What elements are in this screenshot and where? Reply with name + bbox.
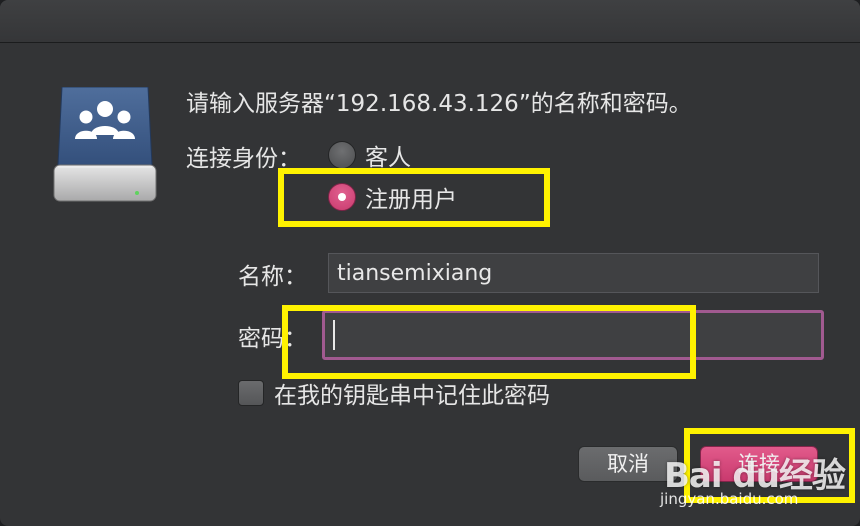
watermark-url: jingyan.baidu.com [660, 490, 799, 508]
password-label: 密码： [238, 326, 307, 352]
network-server-drive-icon [53, 87, 157, 202]
dialog-prompt: 请输入服务器“192.168.43.126”的名称和密码。 [186, 91, 692, 117]
radio-guest-label: 客人 [365, 145, 411, 171]
remember-password-checkbox[interactable] [238, 380, 264, 406]
name-label: 名称： [238, 264, 307, 290]
connect-to-server-dialog: 请输入服务器“192.168.43.126”的名称和密码。 连接身份： 客人 注… [0, 0, 860, 526]
radio-registered-user[interactable]: 注册用户 [328, 180, 457, 214]
connect-as-label: 连接身份： [186, 146, 301, 172]
radio-registered-user-label: 注册用户 [365, 187, 457, 213]
connect-button[interactable]: 连接 [700, 446, 818, 482]
radio-dot [338, 193, 346, 201]
name-field[interactable] [328, 253, 819, 293]
radio-button-selected[interactable] [328, 183, 356, 211]
remember-password-checkbox-row[interactable]: 在我的钥匙串中记住此密码 [238, 376, 550, 410]
remember-password-label: 在我的钥匙串中记住此密码 [274, 383, 550, 409]
cancel-button[interactable]: 取消 [578, 446, 678, 482]
password-field[interactable] [322, 310, 824, 360]
radio-button-unselected[interactable] [328, 141, 356, 169]
text-caret [333, 320, 335, 350]
radio-guest[interactable]: 客人 [328, 138, 411, 172]
title-bar[interactable] [0, 0, 860, 43]
